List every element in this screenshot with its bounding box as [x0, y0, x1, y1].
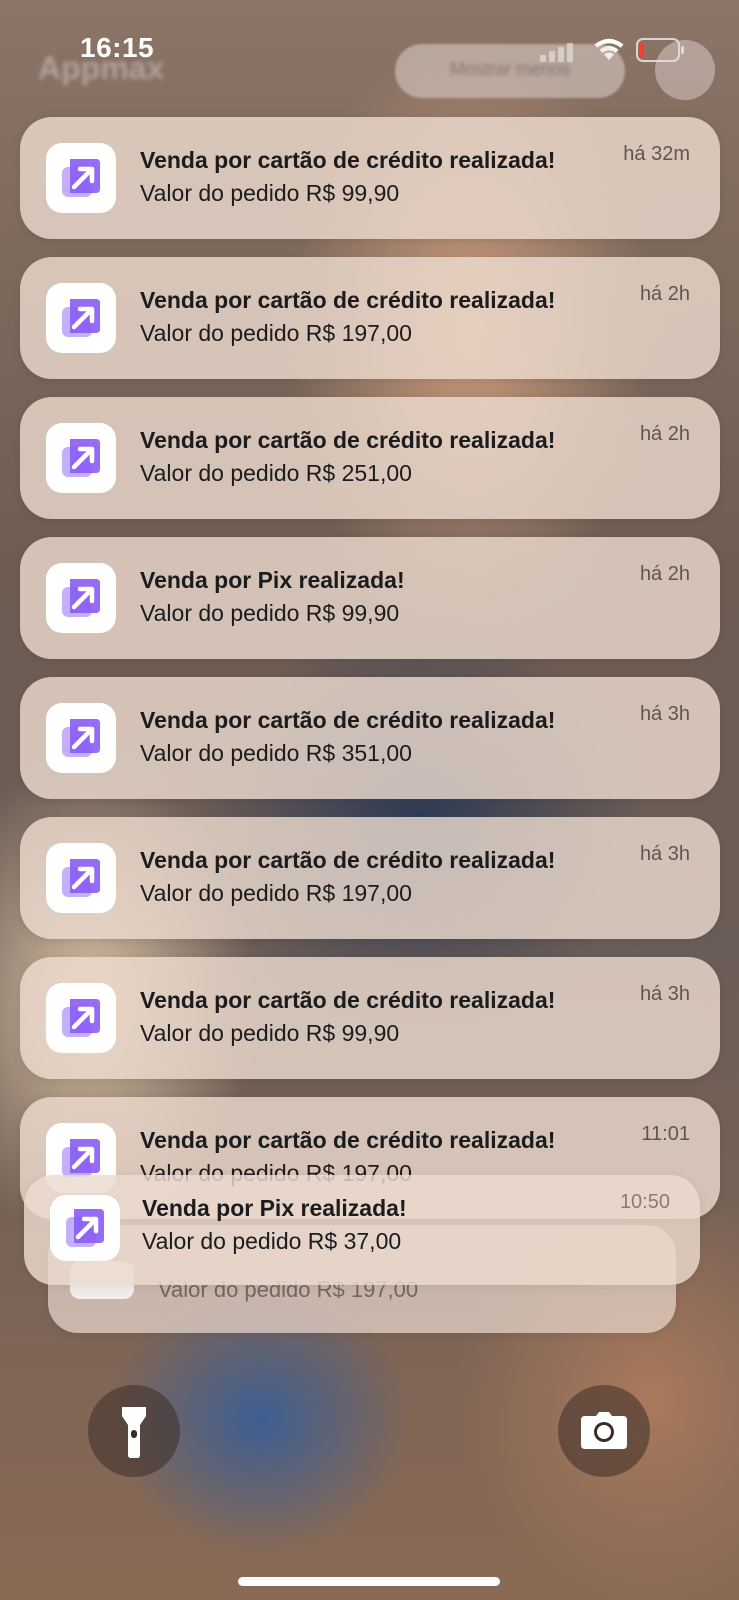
- notification-time: 11:01: [641, 1123, 690, 1145]
- notification-card[interactable]: Venda por cartão de crédito realizada! Va…: [20, 397, 720, 519]
- status-bar: 16:15: [0, 0, 739, 90]
- notification-body: Valor do pedido R$ 99,90: [140, 180, 400, 206]
- notification-title: Venda por cartão de crédito realizada!: [140, 847, 556, 873]
- stacked-time: 10:50: [619, 1191, 670, 1213]
- notification-time: há 2h: [639, 283, 690, 305]
- notification-card[interactable]: Venda por cartão de crédito realizada! Va…: [20, 257, 720, 379]
- notification-title: Venda por Pix realizada!: [140, 567, 405, 593]
- camera-icon: [581, 1412, 627, 1449]
- appmax-logo-icon: [46, 563, 116, 633]
- show-less-pill[interactable]: Mostrar menos: [395, 44, 625, 98]
- notification-title: Venda por cartão de crédito realizada!: [140, 707, 556, 733]
- show-less-label: Mostrar menos: [450, 59, 571, 79]
- flashlight-button[interactable]: [88, 1385, 180, 1477]
- appmax-logo-icon: [46, 423, 116, 493]
- notification-body: Valor do pedido R$ 99,90: [140, 1020, 400, 1046]
- notification-card[interactable]: Venda por Pix realizada! Valor do pedido …: [20, 537, 720, 659]
- notification-body: Valor do pedido R$ 351,00: [140, 740, 412, 766]
- notification-title: Venda por cartão de crédito realizada!: [140, 147, 556, 173]
- stacked-body: Valor do pedido R$ 37,00: [142, 1228, 402, 1254]
- appmax-logo-icon: [46, 843, 116, 913]
- appmax-logo-icon: [46, 283, 116, 353]
- appmax-logo-icon: [50, 1195, 120, 1261]
- stacked-notification-front[interactable]: Venda por Pix realizada! Valor do pedido…: [24, 1175, 700, 1285]
- notification-time: há 2h: [639, 563, 690, 585]
- notification-body: Valor do pedido R$ 251,00: [140, 460, 412, 486]
- notification-time: há 32m: [623, 143, 690, 165]
- stacked-title: Venda por Pix realizada!: [142, 1195, 407, 1221]
- clear-notifications-button[interactable]: [655, 40, 715, 100]
- flashlight-icon: [122, 1407, 146, 1458]
- status-time: 16:15: [80, 32, 155, 63]
- appmax-logo-icon: [46, 703, 116, 773]
- home-indicator[interactable]: [238, 1577, 500, 1586]
- notification-body: Valor do pedido R$ 99,90: [140, 600, 400, 626]
- notification-time: há 3h: [639, 703, 690, 725]
- notification-body: Valor do pedido R$ 197,00: [140, 320, 412, 346]
- notification-time: há 2h: [639, 423, 690, 445]
- notification-title: Venda por cartão de crédito realizada!: [140, 287, 556, 313]
- notification-title: Venda por cartão de crédito realizada!: [140, 427, 556, 453]
- appmax-logo-icon: [46, 983, 116, 1053]
- notification-time: há 3h: [639, 983, 690, 1005]
- notification-title: Venda por cartão de crédito realizada!: [140, 1127, 556, 1153]
- notification-card[interactable]: Venda por cartão de crédito realizada! Va…: [20, 677, 720, 799]
- appmax-logo-icon: [46, 143, 116, 213]
- notification-card[interactable]: Venda por cartão de crédito realizada! Va…: [20, 957, 720, 1079]
- camera-button[interactable]: [558, 1385, 650, 1477]
- notification-body: Valor do pedido R$ 197,00: [140, 880, 412, 906]
- notification-card[interactable]: Venda por cartão de crédito realizada! Va…: [20, 117, 720, 239]
- notification-time: há 3h: [639, 843, 690, 865]
- notification-card[interactable]: Venda por cartão de crédito realizada! Va…: [20, 817, 720, 939]
- notification-title: Venda por cartão de crédito realizada!: [140, 987, 556, 1013]
